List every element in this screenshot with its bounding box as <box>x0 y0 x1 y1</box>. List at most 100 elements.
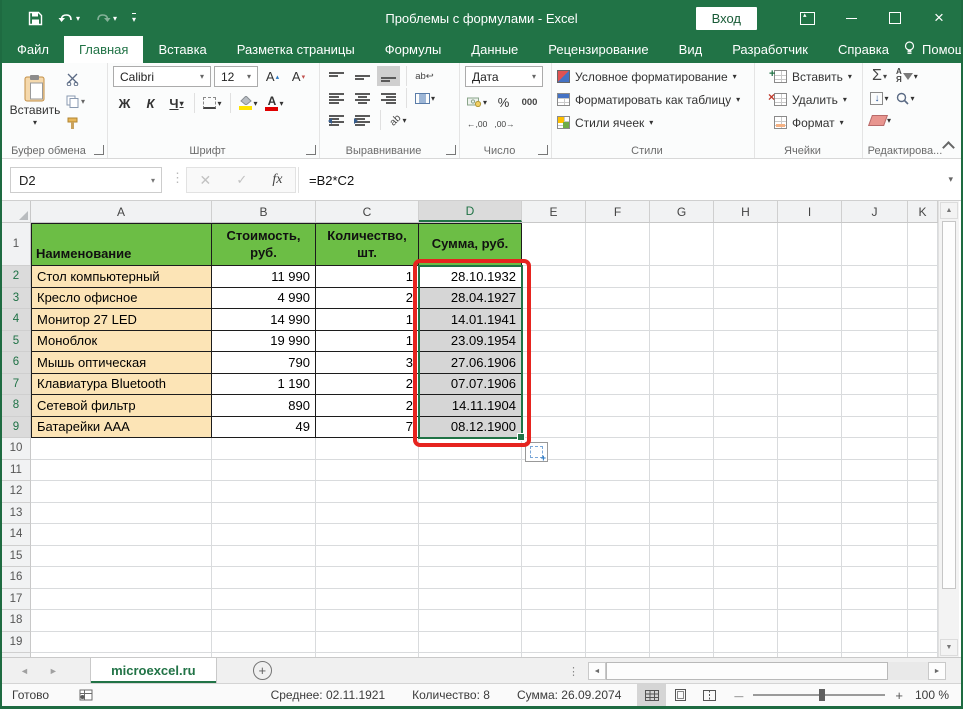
zoom-in-button[interactable] <box>895 688 903 703</box>
cell-I16[interactable] <box>778 567 842 589</box>
cell-C10[interactable] <box>316 438 419 460</box>
cell-I4[interactable] <box>778 309 842 331</box>
row-header-18[interactable]: 18 <box>2 610 31 632</box>
cell-A5[interactable]: Моноблок <box>31 330 212 352</box>
cell-E9[interactable] <box>522 416 586 438</box>
italic-button[interactable]: К <box>139 93 162 113</box>
tab-page-layout[interactable]: Разметка страницы <box>222 36 370 63</box>
cell-I11[interactable] <box>778 459 842 481</box>
row-header-14[interactable]: 14 <box>2 524 31 546</box>
cell-C2[interactable]: 1 <box>316 266 419 288</box>
cell-K5[interactable] <box>908 330 938 352</box>
cell-A4[interactable]: Монитор 27 LED <box>31 309 212 331</box>
cell-G19[interactable] <box>650 631 714 653</box>
cell-E11[interactable] <box>522 459 586 481</box>
row-header-5[interactable]: 5 <box>2 330 31 352</box>
cell-F4[interactable] <box>586 309 650 331</box>
column-header-E[interactable]: E <box>522 201 586 222</box>
cell-D2[interactable]: 28.10.1932 <box>419 266 522 288</box>
cell-E15[interactable] <box>522 545 586 567</box>
column-header-A[interactable]: A <box>31 201 212 222</box>
cell-C18[interactable] <box>316 610 419 632</box>
cell-F11[interactable] <box>586 459 650 481</box>
sheet-tab[interactable]: microexcel.ru <box>89 658 217 683</box>
cell-F6[interactable] <box>586 352 650 374</box>
row-header-6[interactable]: 6 <box>2 352 31 374</box>
cell-F19[interactable] <box>586 631 650 653</box>
cell-K12[interactable] <box>908 481 938 503</box>
cell-H10[interactable] <box>714 438 778 460</box>
cell-D18[interactable] <box>419 610 522 632</box>
tab-developer[interactable]: Разработчик <box>717 36 823 63</box>
align-left-button[interactable] <box>325 88 348 108</box>
formula-bar-splitter[interactable] <box>171 170 184 186</box>
cut-button[interactable] <box>66 70 85 88</box>
cell-I3[interactable] <box>778 287 842 309</box>
number-dialog-launcher[interactable] <box>538 145 548 155</box>
customize-qat-button[interactable] <box>132 12 137 24</box>
cell-A15[interactable] <box>31 545 212 567</box>
redo-button[interactable] <box>95 12 117 24</box>
normal-view-button[interactable] <box>637 684 667 706</box>
cell-G8[interactable] <box>650 395 714 417</box>
cell-C13[interactable] <box>316 502 419 524</box>
cell-I1[interactable] <box>778 223 842 266</box>
minimize-button[interactable] <box>829 0 873 36</box>
cell-C6[interactable]: 3 <box>316 352 419 374</box>
font-color-button[interactable]: А <box>263 93 286 113</box>
cell-J8[interactable] <box>842 395 908 417</box>
row-header-12[interactable]: 12 <box>2 481 31 503</box>
cell-A16[interactable] <box>31 567 212 589</box>
cell-I18[interactable] <box>778 610 842 632</box>
cell-I17[interactable] <box>778 588 842 610</box>
cell-I10[interactable] <box>778 438 842 460</box>
cell-C1[interactable]: Количество, шт. <box>316 223 419 266</box>
row-header-3[interactable]: 3 <box>2 287 31 309</box>
column-header-C[interactable]: C <box>316 201 419 222</box>
cell-C11[interactable] <box>316 459 419 481</box>
cell-G10[interactable] <box>650 438 714 460</box>
cell-E1[interactable] <box>522 223 586 266</box>
cell-B11[interactable] <box>212 459 316 481</box>
align-middle-button[interactable] <box>351 66 374 86</box>
auto-fill-options-button[interactable] <box>525 442 548 463</box>
wrap-text-button[interactable] <box>413 66 436 86</box>
cell-J13[interactable] <box>842 502 908 524</box>
cell-F14[interactable] <box>586 524 650 546</box>
cell-B16[interactable] <box>212 567 316 589</box>
cell-C3[interactable]: 2 <box>316 287 419 309</box>
cell-E17[interactable] <box>522 588 586 610</box>
cell-H3[interactable] <box>714 287 778 309</box>
cell-K6[interactable] <box>908 352 938 374</box>
zoom-out-button[interactable] <box>734 688 743 702</box>
vertical-scrollbar-thumb[interactable] <box>942 221 956 589</box>
find-select-button[interactable] <box>894 88 917 108</box>
scroll-up-icon[interactable] <box>940 202 958 219</box>
cell-J10[interactable] <box>842 438 908 460</box>
cell-E12[interactable] <box>522 481 586 503</box>
cell-G9[interactable] <box>650 416 714 438</box>
cell-K17[interactable] <box>908 588 938 610</box>
cell-G3[interactable] <box>650 287 714 309</box>
merge-center-button[interactable] <box>413 88 437 108</box>
underline-button[interactable]: Ч <box>165 93 188 113</box>
cell-B18[interactable] <box>212 610 316 632</box>
cell-D15[interactable] <box>419 545 522 567</box>
status-sum[interactable]: Сумма: 26.09.2074 <box>517 688 621 702</box>
cell-A19[interactable] <box>31 631 212 653</box>
cell-H11[interactable] <box>714 459 778 481</box>
conditional-formatting-button[interactable]: Условное форматирование <box>557 66 749 87</box>
cell-J19[interactable] <box>842 631 908 653</box>
font-name-select[interactable]: Calibri <box>113 66 211 87</box>
cell-J17[interactable] <box>842 588 908 610</box>
cell-H13[interactable] <box>714 502 778 524</box>
cell-J3[interactable] <box>842 287 908 309</box>
cell-F10[interactable] <box>586 438 650 460</box>
row-header-16[interactable]: 16 <box>2 567 31 589</box>
cell-B12[interactable] <box>212 481 316 503</box>
cell-J7[interactable] <box>842 373 908 395</box>
cell-D4[interactable]: 14.01.1941 <box>419 309 522 331</box>
cell-K14[interactable] <box>908 524 938 546</box>
row-header-15[interactable]: 15 <box>2 545 31 567</box>
cell-G18[interactable] <box>650 610 714 632</box>
